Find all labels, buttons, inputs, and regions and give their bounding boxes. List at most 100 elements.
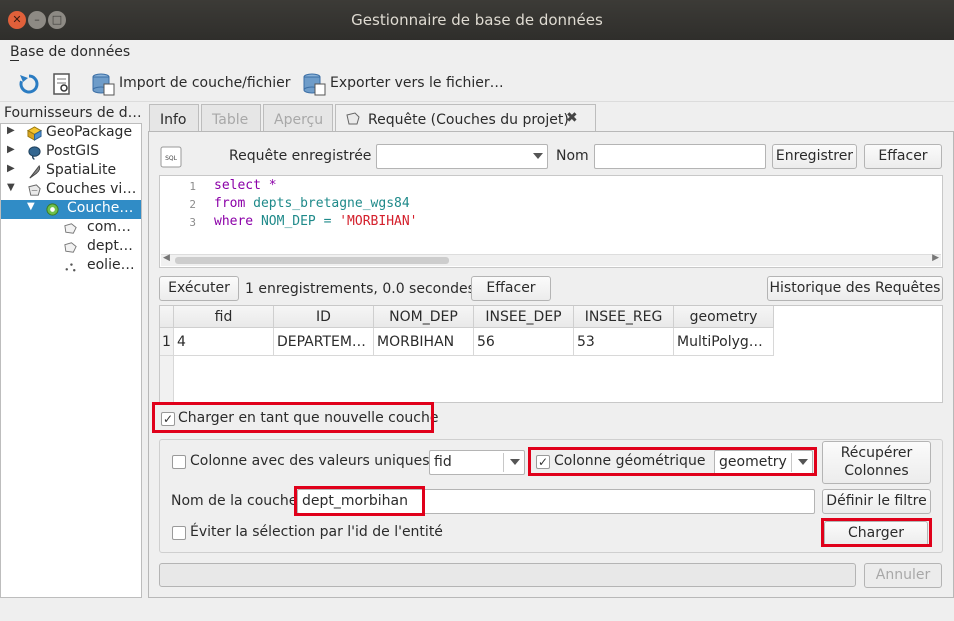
sql-string: 'MORBIHAN' <box>339 214 418 229</box>
providers-tree[interactable]: ▶ GeoPackage ▶ PostGIS ▶ SpatiaLite ▼ Co… <box>0 123 142 598</box>
combo-separator <box>503 453 504 472</box>
avoid-selection-checkbox[interactable] <box>172 526 186 540</box>
tab-info[interactable]: Info <box>149 104 199 132</box>
execution-status: 1 enregistrements, 0.0 secondes <box>245 281 475 297</box>
tree-item-project-layers[interactable]: ▼ Couche… <box>1 200 141 219</box>
status-bar <box>0 598 954 621</box>
avoid-selection-label: Éviter la sélection par l'id de l'entité <box>190 524 443 540</box>
providers-header: Fournisseurs de d… <box>4 105 142 121</box>
tree-item-label: GeoPackage <box>46 124 133 140</box>
highlight-load-button <box>821 518 932 547</box>
code-line-3: where NOM_DEP = 'MORBIHAN' <box>214 214 418 229</box>
tree-item-label: SpatiaLite <box>46 162 117 178</box>
name-input[interactable] <box>594 144 766 169</box>
unique-column-checkbox[interactable] <box>172 455 186 469</box>
export-file-icon[interactable] <box>302 72 326 96</box>
line-number: 1 <box>189 180 196 193</box>
column-header[interactable]: geometry <box>674 306 774 328</box>
table-cell[interactable]: DEPARTEM… <box>274 328 374 356</box>
retrieve-columns-button[interactable]: Récupérer Colonnes <box>822 441 931 484</box>
menu-mnemonic-underline <box>10 60 19 61</box>
saved-query-combo[interactable] <box>376 144 548 169</box>
expand-arrow-icon[interactable]: ▶ <box>7 125 15 136</box>
row-header-filler <box>160 356 174 402</box>
tree-item-label: dept… <box>87 238 133 254</box>
unique-column-combo[interactable]: fid <box>429 450 525 475</box>
line-number: 2 <box>189 198 196 211</box>
define-filter-button[interactable]: Définir le filtre <box>822 489 931 514</box>
line-number: 3 <box>189 216 196 229</box>
menu-base-de-donnees[interactable]: Base de données <box>10 44 130 60</box>
query-tab-icon <box>346 112 360 125</box>
results-table[interactable]: fid ID NOM_DEP INSEE_DEP INSEE_REG geome… <box>159 305 943 403</box>
sql-keyword: select <box>214 178 261 193</box>
cancel-button[interactable]: Annuler <box>864 563 942 588</box>
point-layer-icon <box>65 263 76 272</box>
table-cell[interactable]: 53 <box>574 328 674 356</box>
tab-table[interactable]: Table <box>201 104 261 132</box>
column-header[interactable]: fid <box>174 306 274 328</box>
clear-results-button[interactable]: Effacer <box>471 276 551 301</box>
editor-horizontal-scrollbar[interactable]: ◀ ▶ <box>161 253 941 266</box>
sql-file-icon[interactable]: SQL <box>160 146 182 168</box>
expand-arrow-icon[interactable]: ▶ <box>7 163 15 174</box>
tree-item-postgis[interactable]: ▶ PostGIS <box>1 143 141 162</box>
menu-bar: Base de données <box>0 40 954 66</box>
unique-column-value: fid <box>434 454 452 470</box>
column-header[interactable]: INSEE_REG <box>574 306 674 328</box>
tree-item-label: eolie… <box>87 257 135 273</box>
collapse-arrow-icon[interactable]: ▼ <box>27 201 35 212</box>
table-cell[interactable]: MORBIHAN <box>374 328 474 356</box>
save-query-button[interactable]: Enregistrer <box>772 144 857 169</box>
postgis-elephant-icon <box>28 146 41 160</box>
query-history-button[interactable]: Historique des Requêtes <box>767 276 943 301</box>
tree-item-layer-depts[interactable]: dept… <box>1 238 141 257</box>
table-cell[interactable]: 4 <box>174 328 274 356</box>
tab-apercu[interactable]: Aperçu <box>263 104 333 132</box>
highlight-load-as-layer <box>152 402 434 433</box>
tree-item-geopackage[interactable]: ▶ GeoPackage <box>1 124 141 143</box>
scroll-right-icon[interactable]: ▶ <box>932 253 939 263</box>
spatialite-feather-icon <box>29 164 41 179</box>
sql-identifier: NOM_DEP = <box>253 214 340 229</box>
column-header[interactable]: ID <box>274 306 374 328</box>
tree-item-label: Couches vi… <box>46 181 137 197</box>
tab-query[interactable]: Requête (Couches du projet) <box>335 104 596 133</box>
import-layer-icon[interactable] <box>91 72 115 96</box>
window-title: Gestionnaire de base de données <box>351 11 603 29</box>
sql-window-icon[interactable] <box>50 72 74 96</box>
layer-name-label: Nom de la couche <box>171 493 298 509</box>
geopackage-icon <box>27 126 42 141</box>
tree-item-virtual-layers[interactable]: ▼ Couches vi… <box>1 181 141 200</box>
code-line-1: select * <box>214 178 277 193</box>
polygon-layer-icon <box>64 223 77 234</box>
execute-button[interactable]: Exécuter <box>159 276 239 301</box>
scrollbar-thumb[interactable] <box>175 257 449 264</box>
table-cell[interactable]: 56 <box>474 328 574 356</box>
polygon-layer-icon <box>64 242 77 253</box>
sql-editor[interactable]: 1 select * 2 from depts_bretagne_wgs84 3… <box>159 175 943 268</box>
toolbar: Import de couche/fichier Exporter vers l… <box>0 66 954 102</box>
row-index[interactable]: 1 <box>160 328 174 356</box>
refresh-icon[interactable] <box>17 72 41 96</box>
title-bar: ✕ – □ Gestionnaire de base de données <box>0 0 954 40</box>
column-header[interactable]: INSEE_DEP <box>474 306 574 328</box>
tree-item-spatialite[interactable]: ▶ SpatiaLite <box>1 162 141 181</box>
unique-column-label: Colonne avec des valeurs uniques <box>190 453 430 469</box>
tree-item-layer-eoliennes[interactable]: eolie… <box>1 257 141 276</box>
table-cell[interactable]: MultiPolyg… <box>674 328 774 356</box>
column-header[interactable]: NOM_DEP <box>374 306 474 328</box>
highlight-geometry-column <box>528 447 817 476</box>
tab-query-label: Requête (Couches du projet) <box>368 112 569 128</box>
expand-arrow-icon[interactable]: ▶ <box>7 144 15 155</box>
tree-item-label: com… <box>87 219 131 235</box>
providers-panel: Fournisseurs de d… ▶ GeoPackage ▶ PostGI… <box>0 103 142 598</box>
sql-identifier: depts_bretagne_wgs84 <box>245 196 410 211</box>
close-tab-icon[interactable]: ✖ <box>566 110 578 126</box>
collapse-arrow-icon[interactable]: ▼ <box>7 182 15 193</box>
tree-item-layer-communes[interactable]: com… <box>1 219 141 238</box>
import-layer-button[interactable]: Import de couche/fichier <box>119 75 291 91</box>
export-file-button[interactable]: Exporter vers le fichier… <box>330 75 504 91</box>
scroll-left-icon[interactable]: ◀ <box>163 253 170 263</box>
clear-query-button[interactable]: Effacer <box>864 144 942 169</box>
